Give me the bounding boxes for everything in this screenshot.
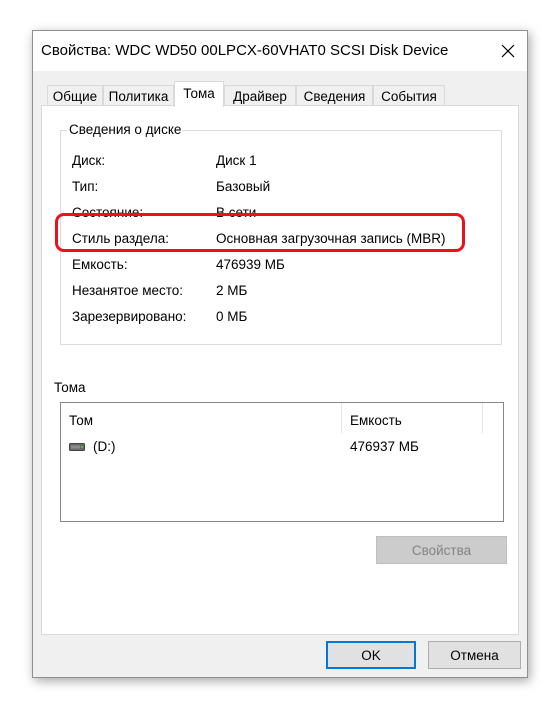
volume-capacity: 476937 МБ — [350, 439, 419, 454]
volume-row[interactable]: (D:) — [69, 439, 116, 454]
window-title: Свойства: WDC WD50 00LPCX-60VHAT0 SCSI D… — [41, 42, 449, 59]
properties-dialog: Свойства: WDC WD50 00LPCX-60VHAT0 SCSI D… — [32, 30, 528, 678]
unallocated-value: 2 МБ — [216, 283, 248, 298]
tab-events[interactable]: События — [373, 85, 445, 106]
disk-label: Диск: — [72, 153, 106, 168]
close-button[interactable] — [495, 38, 521, 64]
drive-icon — [69, 442, 85, 451]
column-divider[interactable] — [341, 403, 342, 433]
title-bar: Свойства: WDC WD50 00LPCX-60VHAT0 SCSI D… — [33, 31, 527, 71]
disk-value: Диск 1 — [216, 153, 257, 168]
ok-button[interactable]: OK — [326, 641, 416, 669]
properties-button[interactable]: Свойства — [376, 536, 507, 564]
type-value: Базовый — [216, 179, 271, 194]
capacity-value: 476939 МБ — [216, 257, 285, 272]
tab-volumes[interactable]: Тома — [174, 81, 224, 107]
column-header-capacity[interactable]: Емкость — [350, 413, 402, 428]
tab-policy[interactable]: Политика — [103, 85, 174, 106]
tab-general[interactable]: Общие — [47, 85, 103, 106]
capacity-label: Емкость: — [72, 257, 128, 272]
tab-details[interactable]: Сведения — [296, 85, 373, 106]
close-icon — [501, 44, 515, 58]
reserved-label: Зарезервировано: — [72, 309, 187, 324]
tab-driver[interactable]: Драйвер — [224, 85, 296, 106]
disk-info-group-title: Сведения о диске — [67, 122, 184, 137]
column-header-volume[interactable]: Том — [69, 413, 93, 428]
partition-style-highlight — [55, 213, 465, 252]
reserved-value: 0 МБ — [216, 309, 248, 324]
volumes-list[interactable]: Том Емкость (D:) 476937 МБ — [60, 402, 504, 522]
type-label: Тип: — [72, 179, 99, 194]
volumes-heading: Тома — [54, 380, 86, 395]
column-divider[interactable] — [482, 403, 483, 433]
cancel-button[interactable]: Отмена — [428, 641, 521, 669]
volumes-tab-page: Сведения о диске Диск: Диск 1 Тип: Базов… — [41, 105, 519, 635]
unallocated-label: Незанятое место: — [72, 283, 184, 298]
volume-name: (D:) — [93, 439, 116, 454]
